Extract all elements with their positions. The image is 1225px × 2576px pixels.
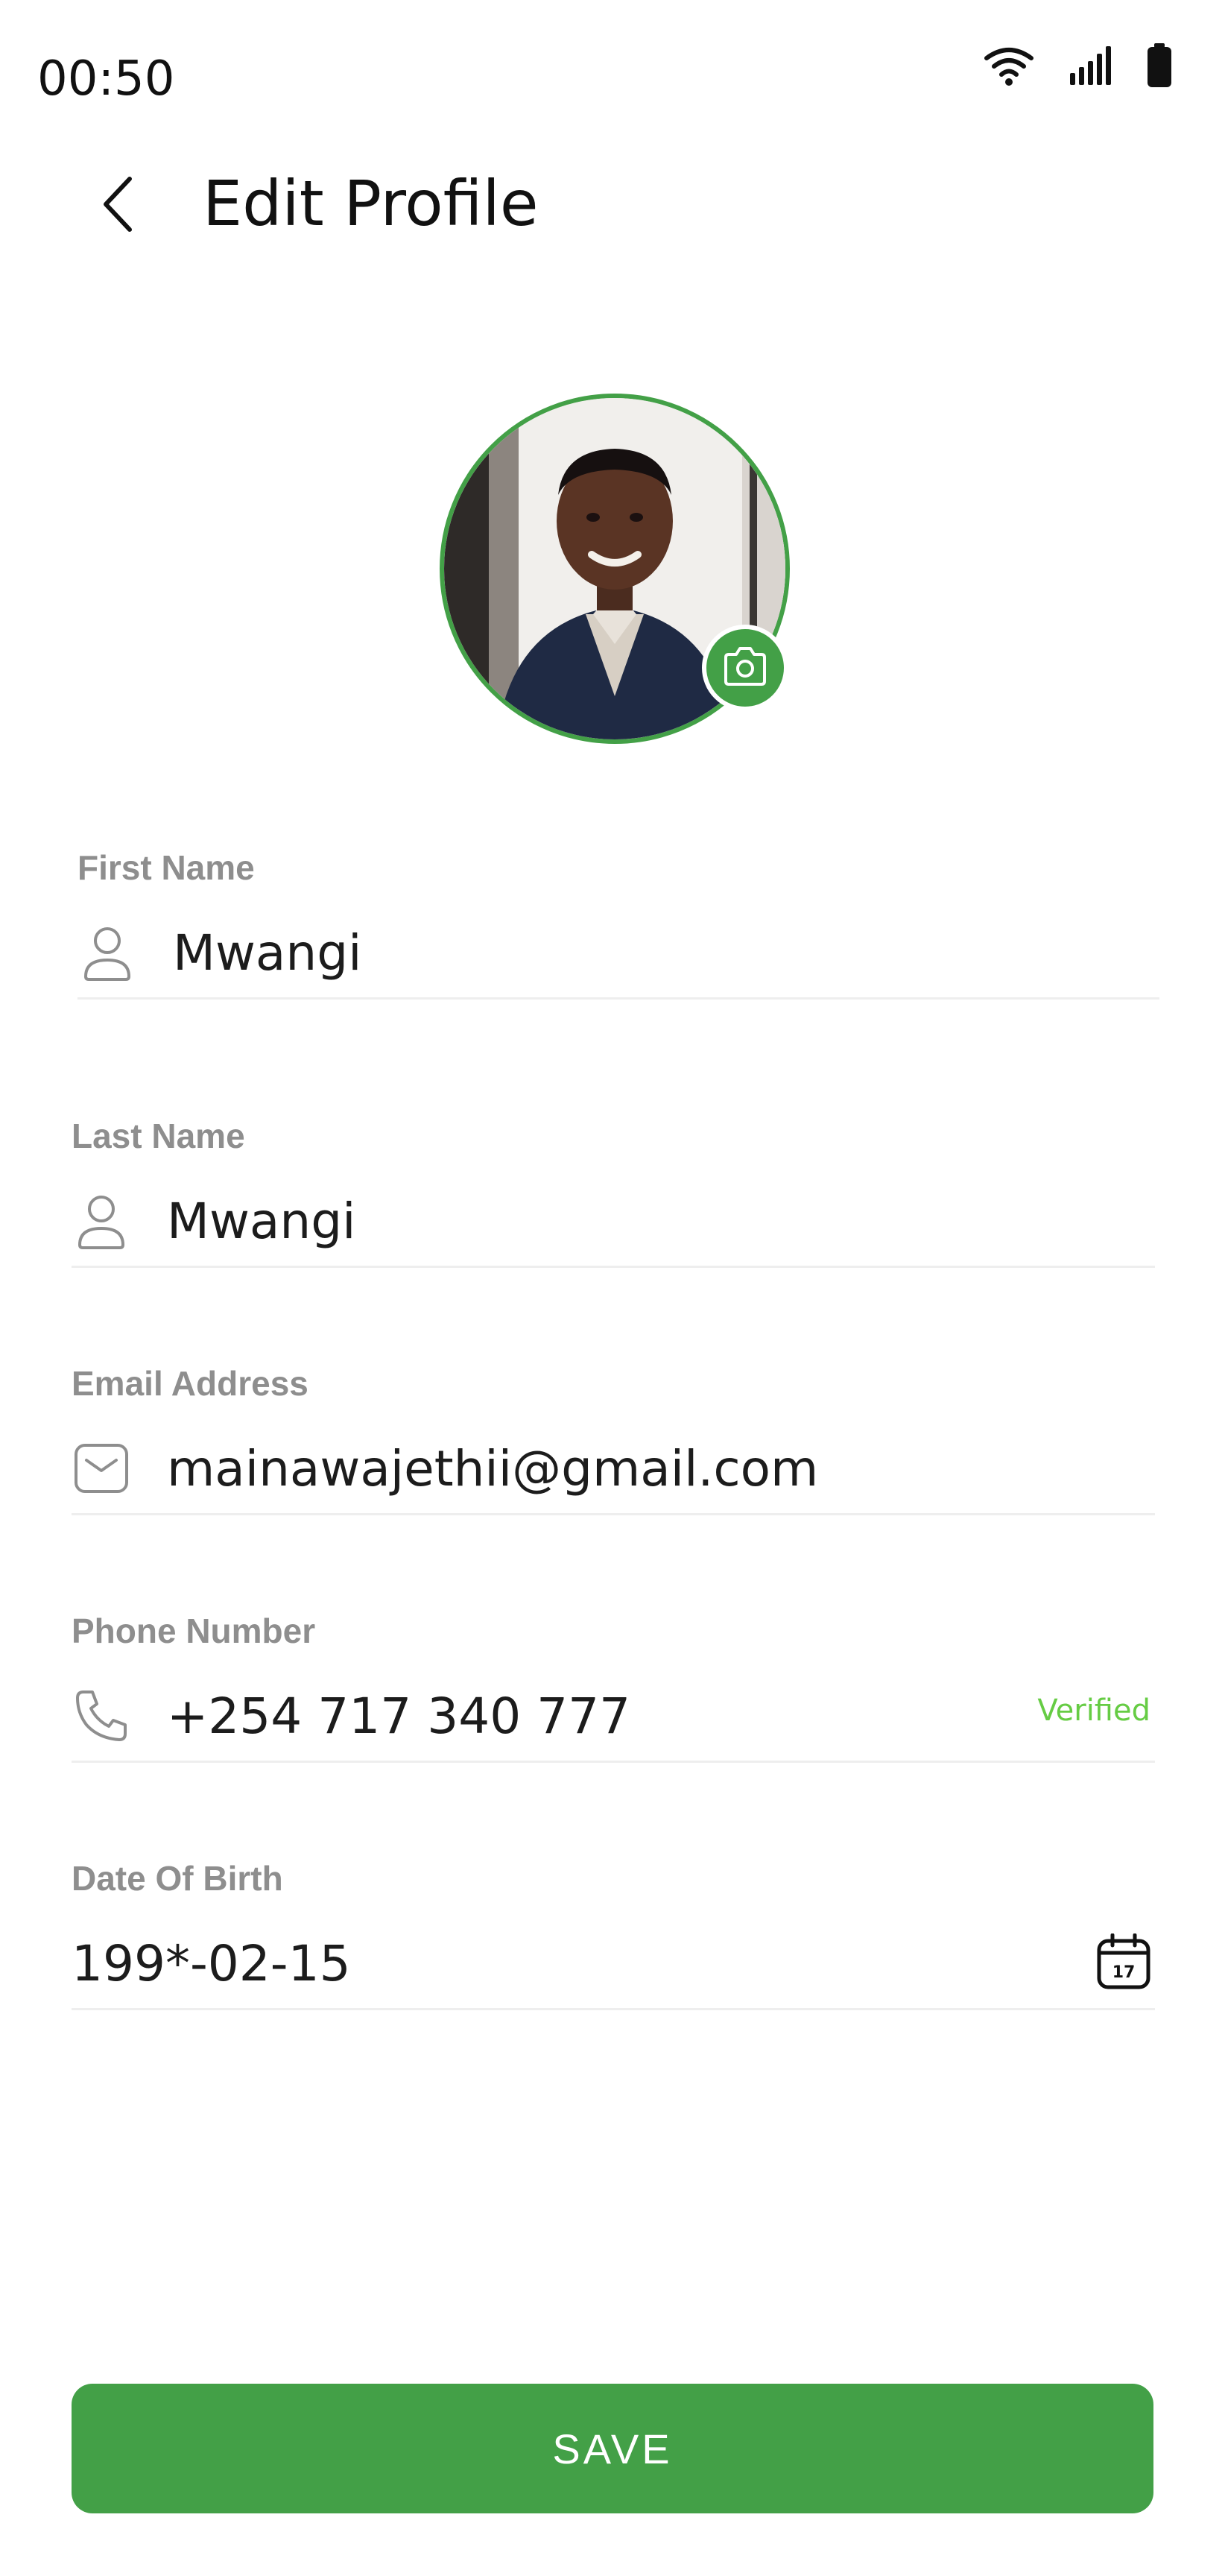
last-name-field: Last Name [72, 1115, 1155, 1268]
email-input[interactable] [167, 1439, 987, 1497]
mail-icon [72, 1439, 131, 1498]
phone-field: Phone Number Verified [72, 1610, 1155, 1763]
dob-row: 17 [72, 1919, 1155, 2010]
signal-icon [1069, 45, 1113, 86]
dob-label: Date Of Birth [72, 1859, 283, 1898]
dob-input[interactable] [72, 1934, 891, 1992]
first-name-row [77, 908, 1159, 1000]
page-title: Edit Profile [203, 167, 539, 240]
battery-icon [1146, 43, 1173, 88]
last-name-label: Last Name [72, 1117, 245, 1155]
email-row [72, 1424, 1155, 1515]
last-name-input[interactable] [167, 1192, 987, 1250]
phone-row: Verified [72, 1671, 1155, 1763]
phone-label: Phone Number [72, 1611, 316, 1650]
chevron-left-icon [97, 174, 142, 237]
calendar-button[interactable]: 17 [1094, 1933, 1153, 1993]
dob-field: Date Of Birth 17 [72, 1857, 1155, 2010]
verified-badge: Verified [1037, 1693, 1150, 1728]
email-field: Email Address [72, 1363, 1155, 1515]
person-icon [72, 1191, 131, 1251]
edit-profile-screen: 00:50 Edit Profile First Name Mwangi Las… [0, 0, 1225, 2576]
last-name-row [72, 1176, 1155, 1268]
person-icon [77, 923, 137, 982]
change-photo-button[interactable] [702, 625, 788, 711]
first-name-input[interactable] [173, 924, 993, 982]
phone-icon [72, 1686, 131, 1746]
wifi-icon [982, 45, 1036, 86]
avatar-section [440, 394, 790, 744]
status-icons [982, 43, 1173, 88]
phone-input[interactable] [167, 1687, 912, 1745]
save-button[interactable]: SAVE [72, 2384, 1153, 2513]
status-time: 00:50 [37, 51, 175, 107]
calendar-day: 17 [1112, 1963, 1136, 1982]
camera-icon [721, 645, 769, 690]
first-name-field: First Name [77, 847, 1159, 1000]
calendar-icon: 17 [1096, 1933, 1151, 1993]
email-label: Email Address [72, 1364, 308, 1403]
first-name-label: First Name [77, 848, 255, 887]
back-button[interactable] [82, 168, 156, 243]
